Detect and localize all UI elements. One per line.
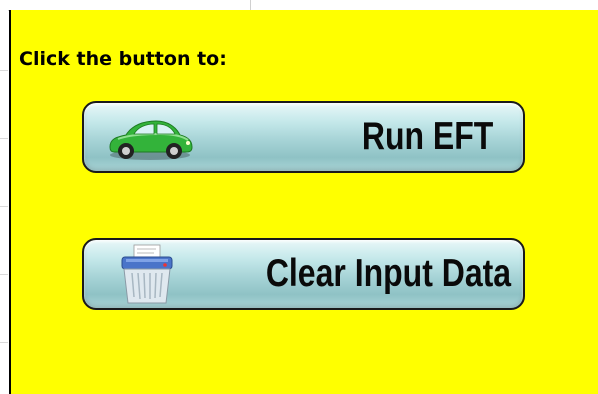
spreadsheet-view: Click the button to: Run EFT Clear Input… [0,0,598,394]
instruction-text: Click the button to: [19,48,227,70]
clear-input-data-label: Clear Input Data [265,252,511,295]
run-eft-button[interactable]: Run EFT [82,101,525,173]
clear-input-data-button[interactable]: Clear Input Data [82,238,525,310]
car-icon [104,117,196,161]
row-divider [0,70,8,71]
row-divider [0,138,8,139]
column-divider [250,0,251,10]
row-divider [0,342,8,343]
row-divider [0,206,8,207]
row-divider [0,274,8,275]
run-eft-label: Run EFT [361,115,493,158]
yellow-panel: Click the button to: Run EFT Clear Input… [9,10,598,394]
shredder-icon [118,243,176,307]
row-gutter [0,0,8,394]
